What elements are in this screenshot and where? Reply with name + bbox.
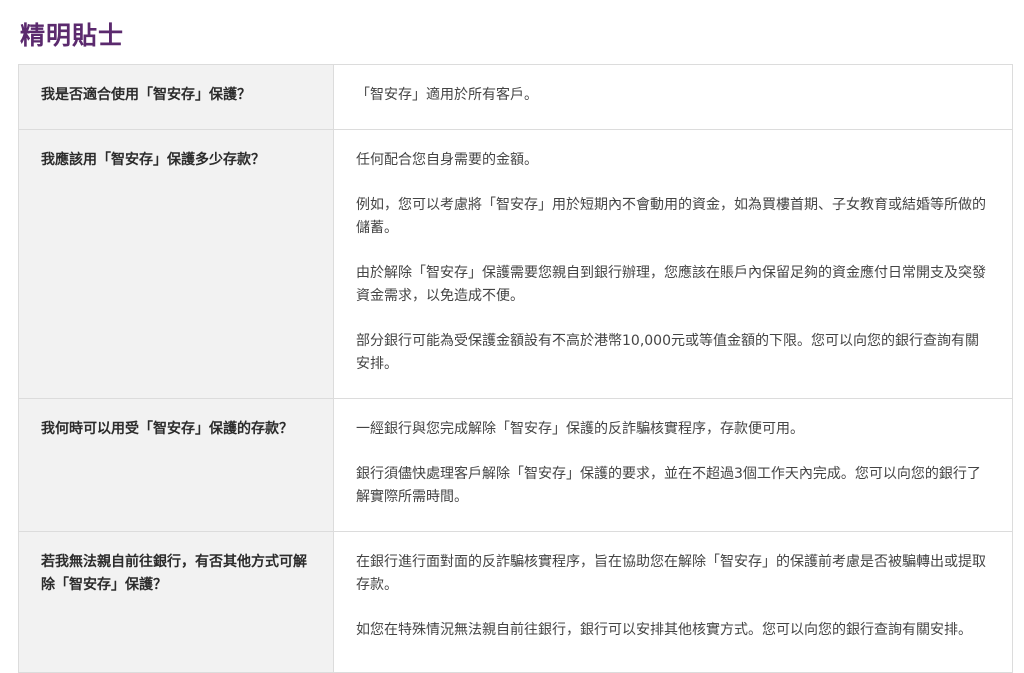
faq-answer-paragraph: 任何配合您自身需要的金額。 (356, 152, 538, 168)
faq-question: 我應該用「智安存」保護多少存款？ (41, 152, 265, 168)
faq-answer-cell: 任何配合您自身需要的金額。 例如，您可以考慮將「智安存」用於短期內不會動用的資金… (333, 129, 1013, 399)
faq-row: 我應該用「智安存」保護多少存款？ 任何配合您自身需要的金額。 例如，您可以考慮將… (18, 129, 1013, 399)
faq-row: 我何時可以用受「智安存」保護的存款？ 一經銀行與您完成解除「智安存」保護的反詐騙… (18, 398, 1013, 532)
faq-answer-cell: 一經銀行與您完成解除「智安存」保護的反詐騙核實程序，存款便可用。 銀行須儘快處理… (333, 398, 1013, 532)
faq-answer-paragraph: 在銀行進行面對面的反詐騙核實程序，旨在協助您在解除「智安存」的保護前考慮是否被騙… (356, 554, 986, 593)
faq-answer-paragraph: 例如，您可以考慮將「智安存」用於短期內不會動用的資金，如為買樓首期、子女教育或結… (356, 197, 986, 236)
faq-row: 若我無法親自前往銀行，有否其他方式可解除「智安存」保護？ 在銀行進行面對面的反詐… (18, 531, 1013, 673)
faq-answer-paragraph: 銀行須儘快處理客戶解除「智安存」保護的要求，並在不超過3個工作天內完成。您可以向… (356, 466, 981, 505)
faq-row: 我是否適合使用「智安存」保護？ 「智安存」適用於所有客戶。 (18, 64, 1013, 130)
faq-answer-cell: 在銀行進行面對面的反詐騙核實程序，旨在協助您在解除「智安存」的保護前考慮是否被騙… (333, 531, 1013, 673)
faq-question-cell: 我是否適合使用「智安存」保護？ (18, 64, 334, 130)
faq-answer-cell: 「智安存」適用於所有客戶。 (333, 64, 1013, 130)
faq-question: 若我無法親自前往銀行，有否其他方式可解除「智安存」保護？ (41, 554, 307, 593)
faq-table: 我是否適合使用「智安存」保護？ 「智安存」適用於所有客戶。 我應該用「智安存」保… (18, 64, 1013, 673)
faq-question: 我何時可以用受「智安存」保護的存款？ (41, 421, 293, 437)
faq-question-cell: 我應該用「智安存」保護多少存款？ (18, 129, 334, 399)
faq-answer-paragraph: 部分銀行可能為受保護金額設有不高於港幣10,000元或等值金額的下限。您可以向您… (356, 333, 979, 372)
faq-answer-paragraph: 「智安存」適用於所有客戶。 (356, 87, 538, 103)
faq-answer-paragraph: 一經銀行與您完成解除「智安存」保護的反詐騙核實程序，存款便可用。 (356, 421, 804, 437)
faq-question: 我是否適合使用「智安存」保護？ (41, 87, 251, 103)
page-title: 精明貼士 (20, 21, 125, 50)
faq-question-cell: 若我無法親自前往銀行，有否其他方式可解除「智安存」保護？ (18, 531, 334, 673)
faq-question-cell: 我何時可以用受「智安存」保護的存款？ (18, 398, 334, 532)
faq-answer-paragraph: 由於解除「智安存」保護需要您親自到銀行辦理，您應該在賬戶內保留足夠的資金應付日常… (356, 265, 986, 304)
